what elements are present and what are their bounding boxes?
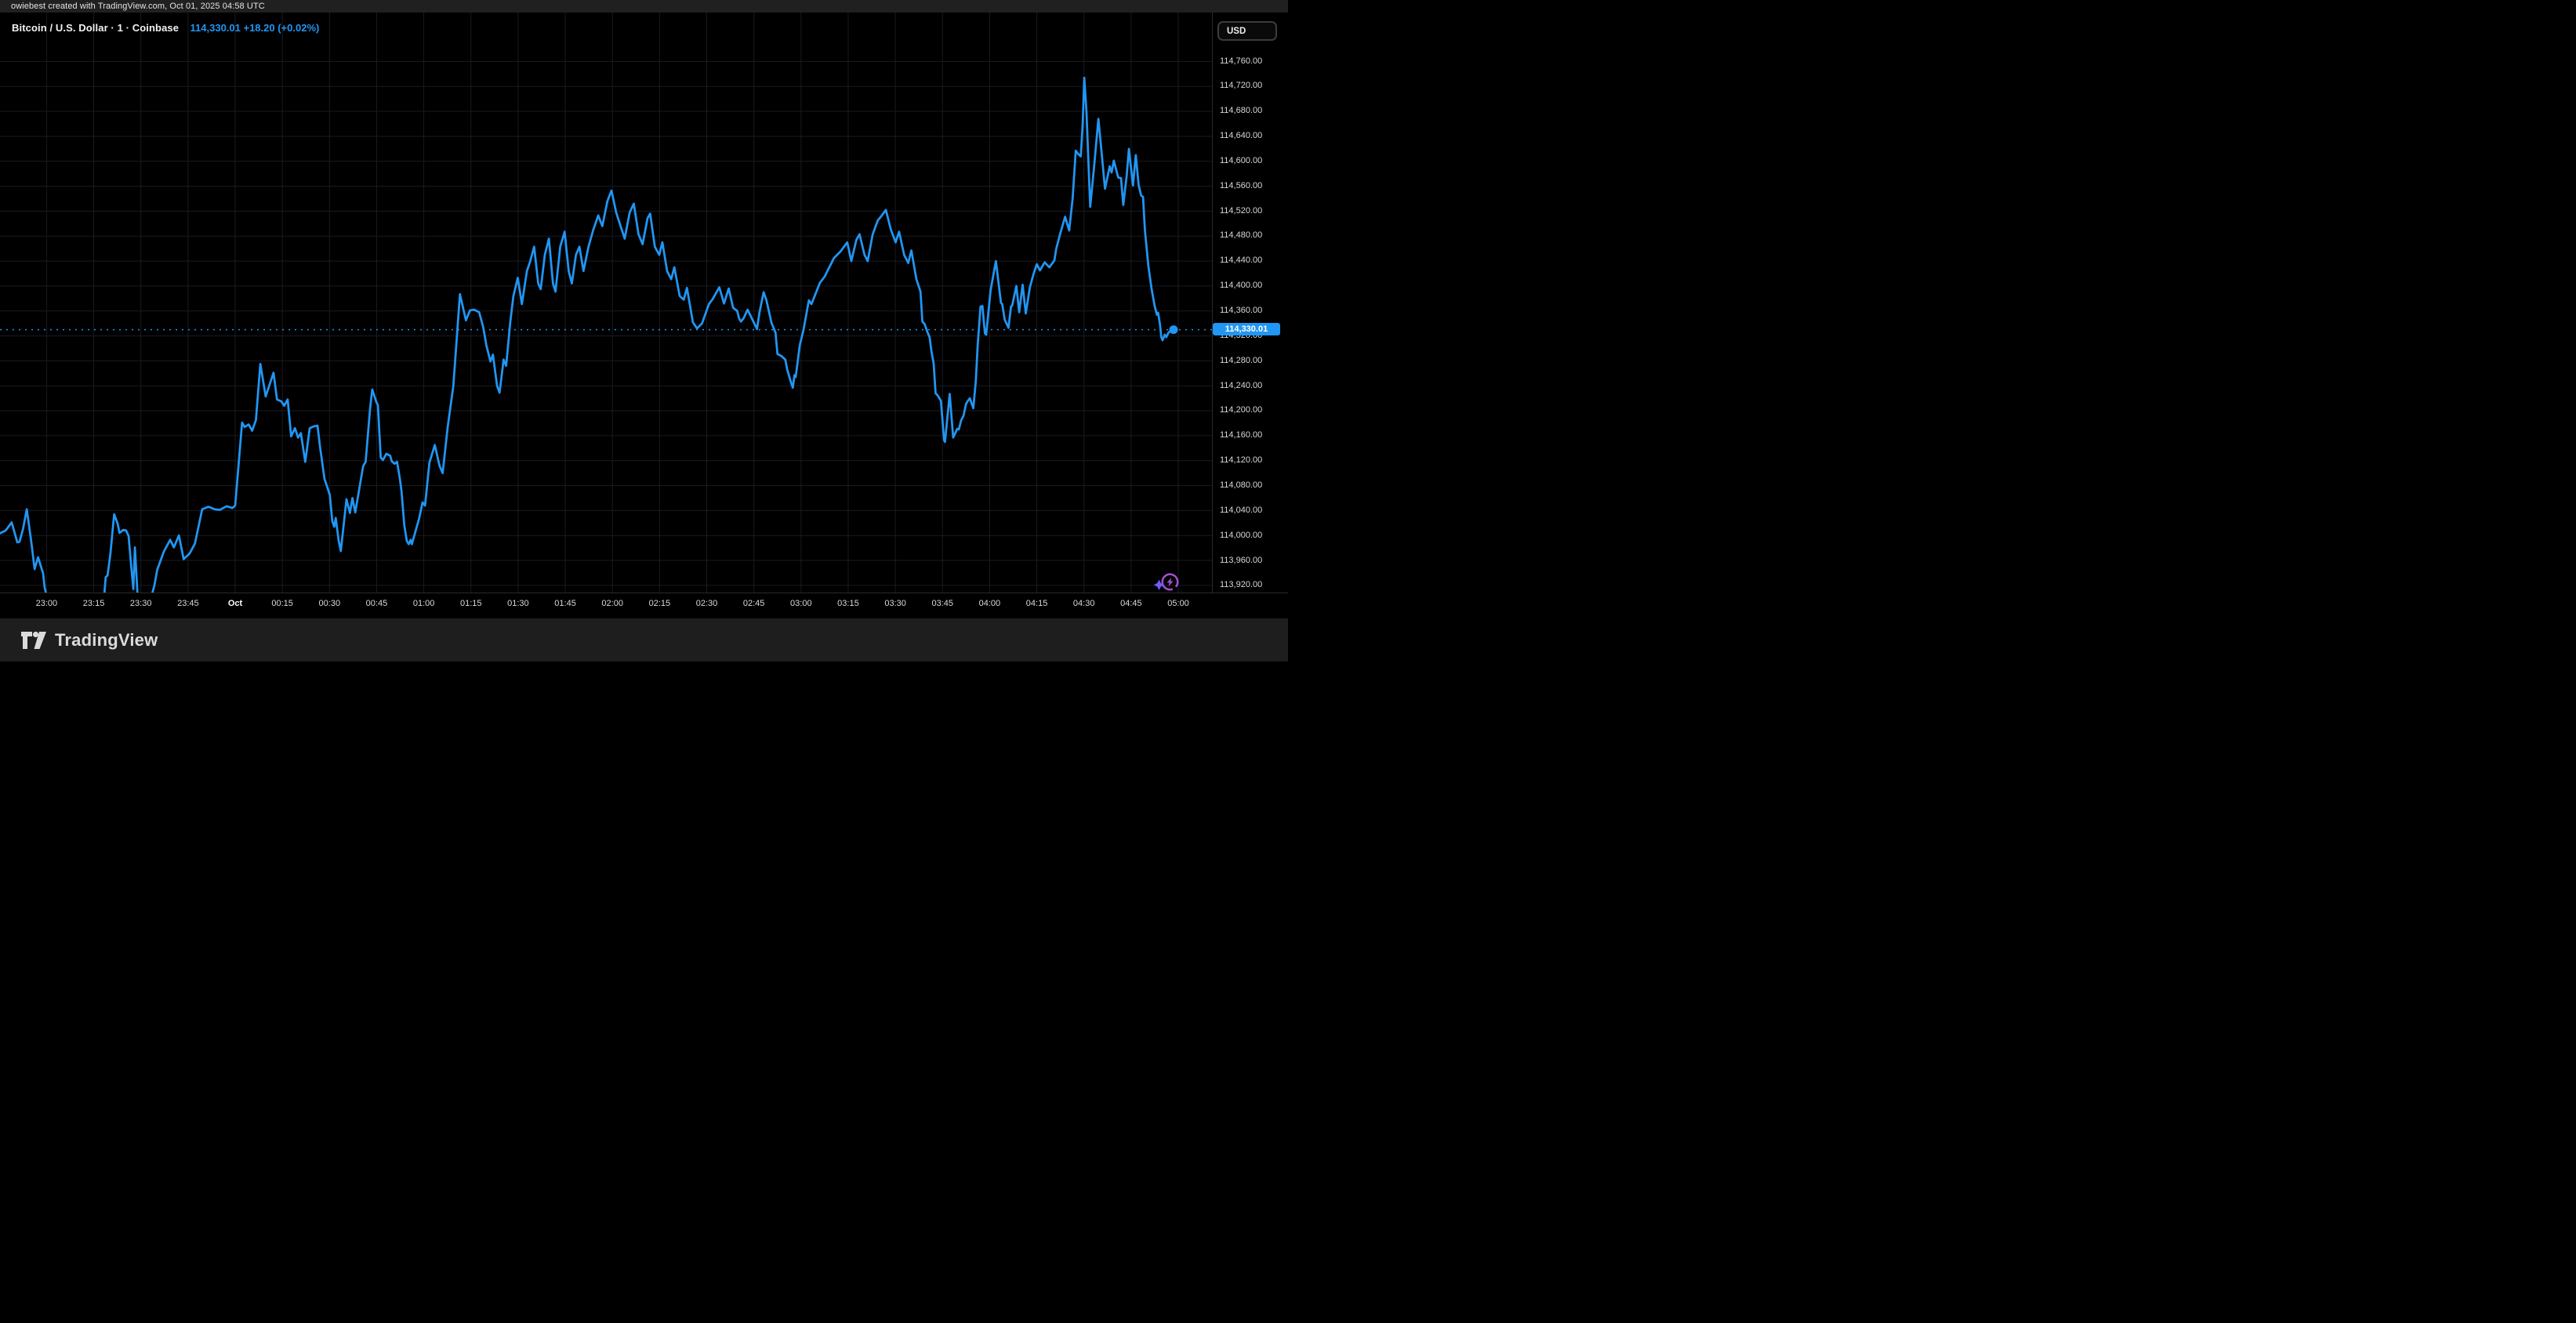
price-tick: 114,640.00 <box>1220 131 1262 140</box>
time-tick: 02:30 <box>696 599 718 608</box>
time-tick: 02:45 <box>743 599 765 608</box>
time-tick: 03:45 <box>931 599 953 608</box>
time-tick: 04:00 <box>979 599 1001 608</box>
symbol-quote: 114,330.01 +18.20 (+0.02%) <box>190 22 320 34</box>
time-tick: 04:15 <box>1026 599 1048 608</box>
symbol-name: Bitcoin / U.S. Dollar · 1 · Coinbase <box>12 22 179 34</box>
time-tick: 03:30 <box>884 599 906 608</box>
attribution-bar: owiebest created with TradingView.com, O… <box>0 0 1288 13</box>
price-tick: 114,280.00 <box>1220 356 1262 365</box>
price-tick: 114,400.00 <box>1220 281 1262 290</box>
price-tick: 113,920.00 <box>1220 580 1262 589</box>
price-tick: 114,000.00 <box>1220 531 1262 540</box>
price-tick: 114,160.00 <box>1220 430 1262 440</box>
time-tick: 02:15 <box>649 599 671 608</box>
time-tick: 00:30 <box>319 599 341 608</box>
time-tick: 01:15 <box>460 599 482 608</box>
time-tick: 04:30 <box>1073 599 1095 608</box>
time-tick: 01:00 <box>413 599 435 608</box>
price-tick: 114,760.00 <box>1220 56 1262 66</box>
time-tick: Oct <box>228 599 242 608</box>
time-tick: 00:15 <box>271 599 293 608</box>
time-tick: 05:00 <box>1167 599 1189 608</box>
price-tick: 114,520.00 <box>1220 206 1262 216</box>
time-tick: 23:45 <box>177 599 199 608</box>
price-tick: 114,120.00 <box>1220 455 1262 465</box>
time-tick: 02:00 <box>601 599 623 608</box>
currency-button[interactable]: USD <box>1217 21 1277 41</box>
price-tick: 113,960.00 <box>1220 556 1262 565</box>
price-tick: 114,720.00 <box>1220 81 1262 90</box>
time-axis[interactable]: 23:00 23:15 23:30 23:45 Oct 00:15 00:30 00:45 01… <box>0 593 1288 619</box>
price-tick: 114,680.00 <box>1220 106 1262 115</box>
symbol-title: Bitcoin / U.S. Dollar · 1 · Coinbase 114… <box>12 21 319 35</box>
price-tick: 114,080.00 <box>1220 480 1262 490</box>
time-tick: 01:45 <box>554 599 576 608</box>
price-tick: 114,240.00 <box>1220 381 1262 390</box>
tradingview-logo-icon <box>20 630 47 651</box>
time-tick: 00:45 <box>366 599 388 608</box>
last-price-label: 114,330.01 <box>1213 323 1280 335</box>
chart-pane[interactable]: Bitcoin / U.S. Dollar · 1 · Coinbase 114… <box>0 13 1212 593</box>
price-line-chart <box>0 13 1212 593</box>
price-tick: 114,360.00 <box>1220 306 1262 315</box>
price-tick: 114,480.00 <box>1220 230 1262 240</box>
time-tick: 23:00 <box>36 599 58 608</box>
time-tick: 23:30 <box>130 599 152 608</box>
time-tick: 01:30 <box>507 599 529 608</box>
price-tick: 114,200.00 <box>1220 405 1262 415</box>
attribution-text: owiebest created with TradingView.com, O… <box>0 2 265 11</box>
price-tick: 114,560.00 <box>1220 181 1262 190</box>
price-axis[interactable]: USD 114,760.00 114,720.00 114,680.00 114,64… <box>1212 13 1288 593</box>
tradingview-wordmark: TradingView <box>55 630 158 651</box>
tradingview-export-screenshot: owiebest created with TradingView.com, O… <box>0 0 1288 662</box>
time-tick: 03:15 <box>837 599 859 608</box>
price-tick: 114,040.00 <box>1220 506 1262 515</box>
time-tick: 04:45 <box>1120 599 1142 608</box>
footer-bar: TradingView <box>0 618 1288 662</box>
time-tick: 03:00 <box>790 599 812 608</box>
price-tick: 114,440.00 <box>1220 256 1262 265</box>
price-tick: 114,600.00 <box>1220 156 1262 165</box>
time-tick: 23:15 <box>83 599 105 608</box>
